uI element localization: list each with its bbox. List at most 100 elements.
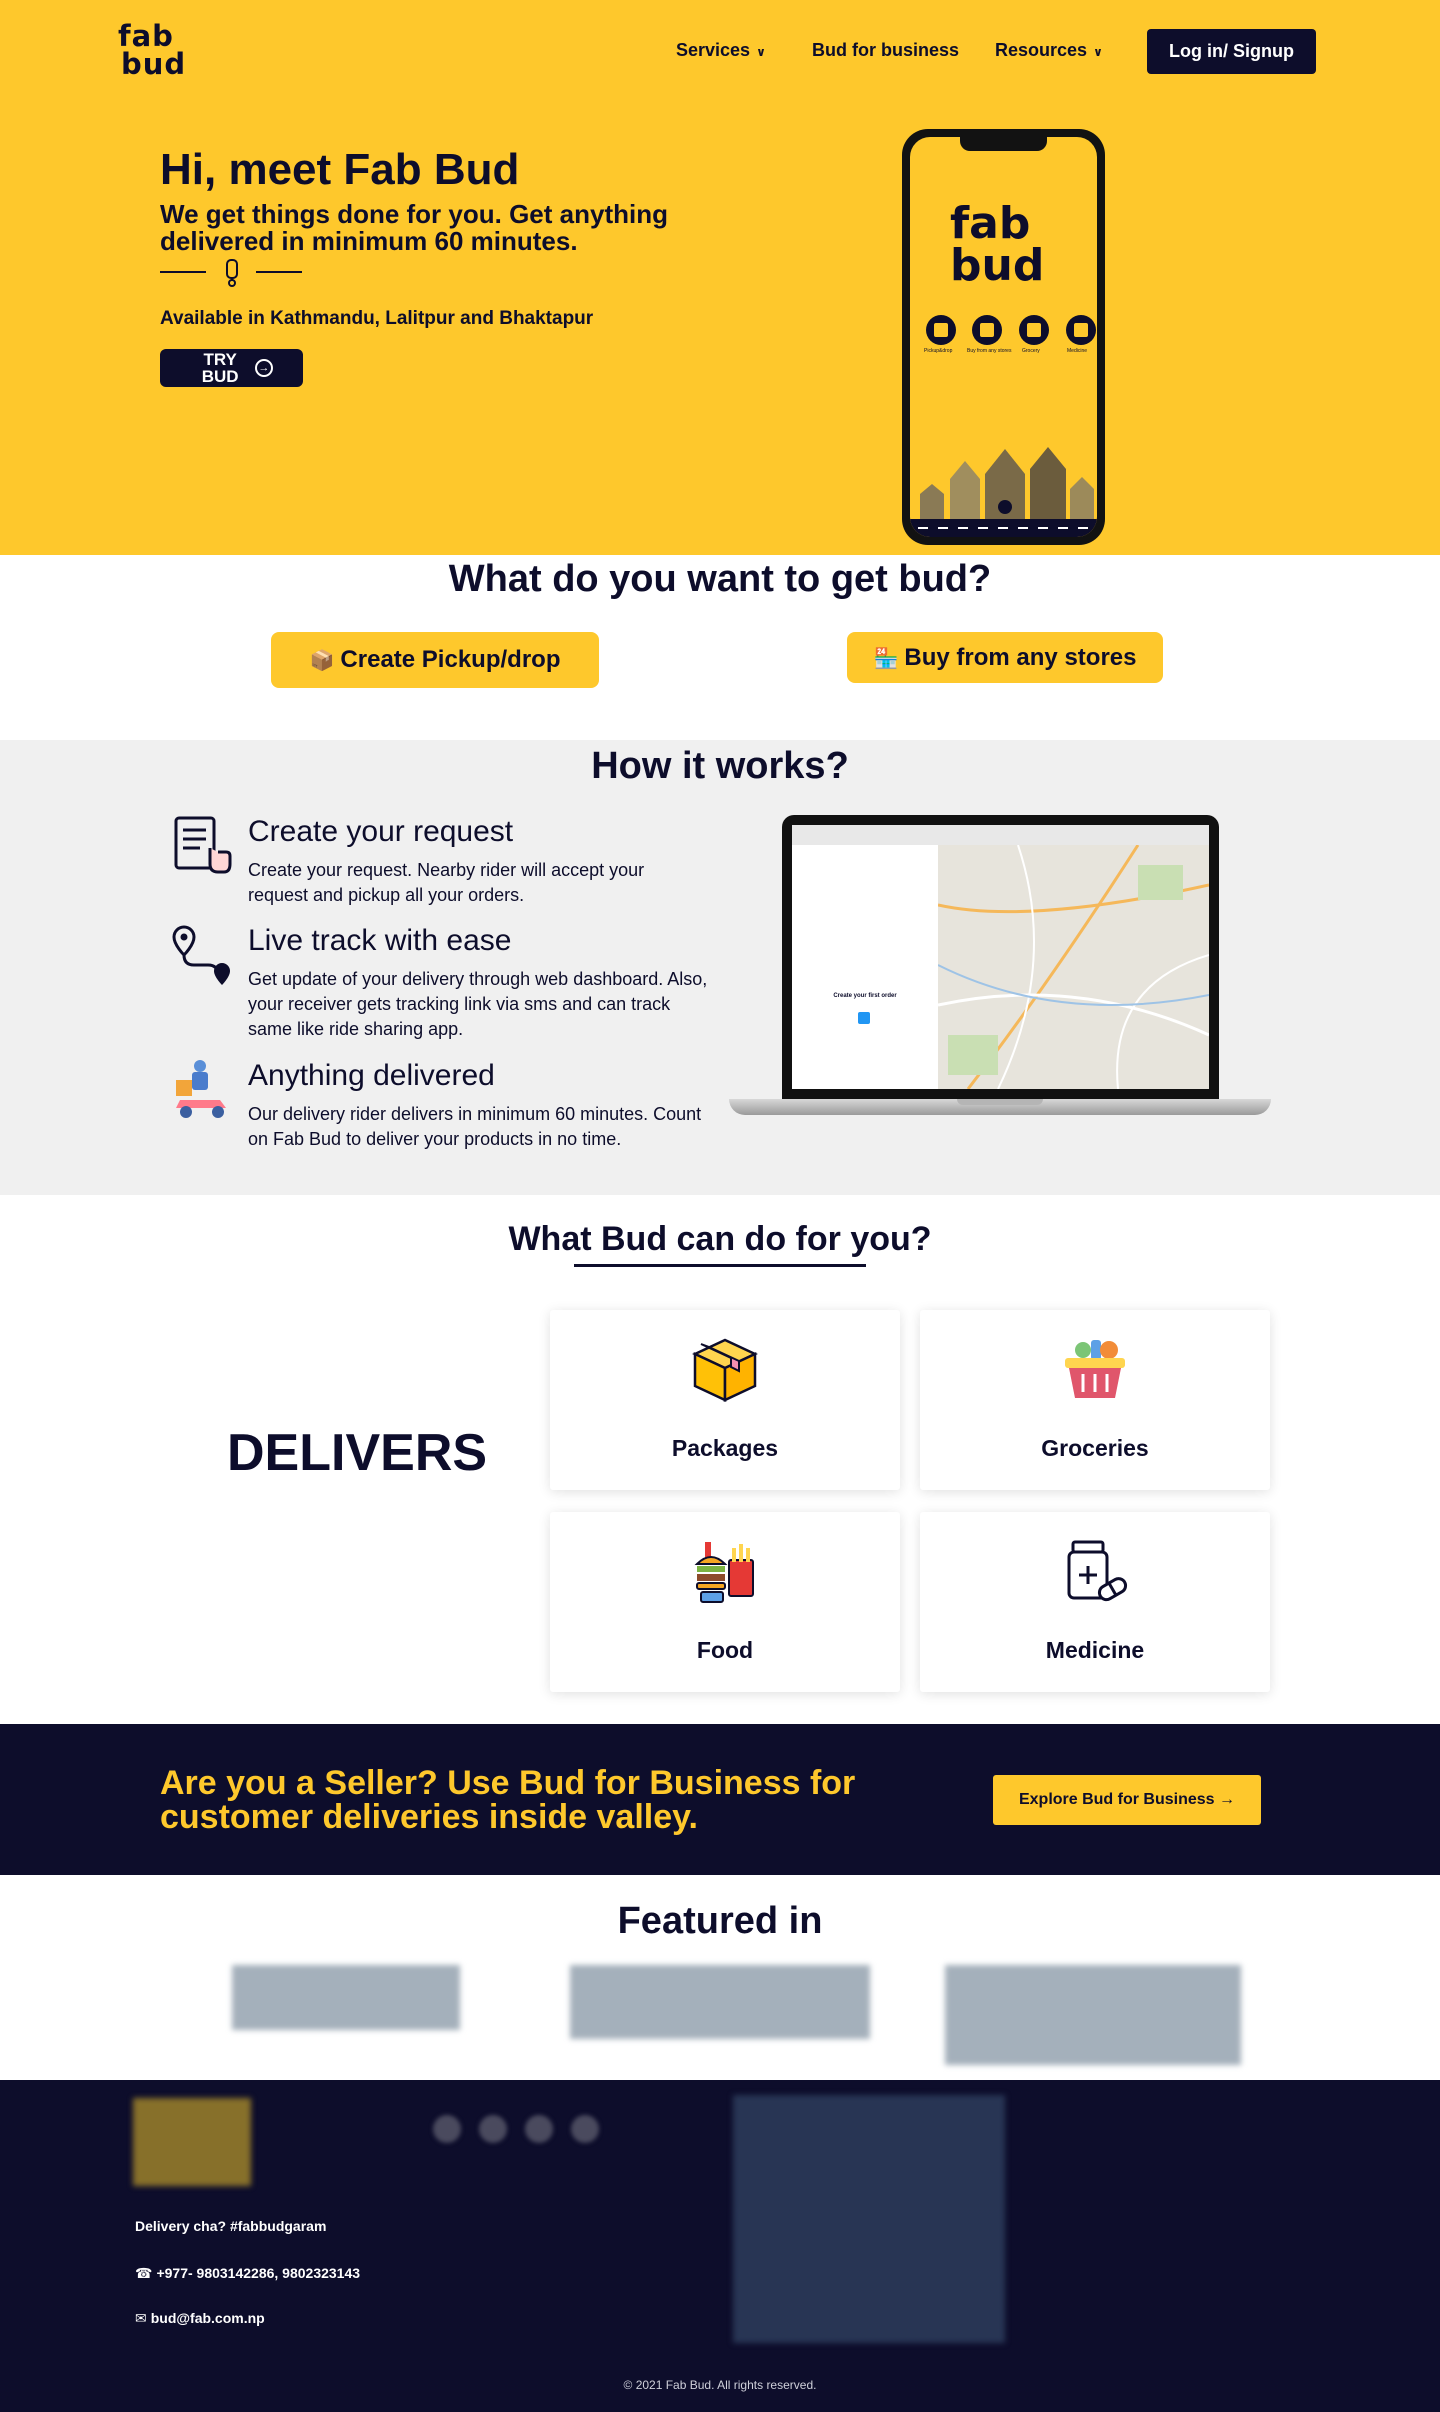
seller-headline: Are you a Seller? Use Bud for Business f… (160, 1764, 856, 1836)
what-bud-can-do-title: What Bud can do for you? (508, 1220, 932, 1258)
phone-icon-caption: Medicine (1067, 348, 1088, 354)
hero-section: fab bud Services ∨ Bud for business Resou… (0, 0, 1440, 555)
medicine-bottle-icon (1067, 1540, 1128, 1602)
pickup-drop-icon (926, 315, 956, 345)
phone-logo-bud: bud (950, 240, 1045, 291)
try-bud-label: TRY BUD (201, 350, 239, 386)
dashboard-sidebar: Create your first order (792, 845, 938, 1089)
dashboard-caption: Create your first order (833, 993, 897, 999)
card-packages[interactable]: Packages (550, 1310, 900, 1490)
arrow-right-circle-icon: → (254, 359, 273, 377)
delivery-rider-icon (176, 1060, 226, 1118)
site-footer: Delivery cha? #fabbudgaram ☎ +977- 980314… (0, 2080, 1440, 2412)
explore-bud-for-business-button[interactable]: Explore Bud for Business → (993, 1775, 1261, 1825)
phone-icon-caption: Grocery (1022, 348, 1040, 354)
phone-icon-caption: Pickup&drop (924, 348, 953, 354)
card-label: Medicine (1045, 1637, 1145, 1663)
card-groceries[interactable]: Groceries (920, 1310, 1270, 1490)
how-it-works-title: How it works? (591, 745, 849, 787)
buy-from-stores-label: Buy from any stores (904, 643, 1137, 671)
title-underline (574, 1264, 866, 1267)
card-label: Groceries (1041, 1435, 1149, 1461)
social-icon[interactable] (571, 2115, 599, 2143)
featured-in-section: Featured in (0, 1875, 1440, 2080)
press-logo[interactable] (232, 1965, 460, 2030)
phone-logo-fab: fab (950, 198, 1031, 249)
medicine-icon (1066, 315, 1096, 345)
footer-logo[interactable] (133, 2098, 251, 2186)
logo-text-bud: bud (121, 47, 187, 81)
card-label: Food (696, 1637, 754, 1663)
phone-app-logo: fab bud (950, 198, 1045, 291)
phone-icon: ☎ (135, 2265, 153, 2281)
create-pickup-drop-button[interactable]: 📦 Create Pickup/drop (271, 632, 599, 688)
footer-phone[interactable]: ☎ +977- 9803142286, 9802323143 (135, 2265, 360, 2282)
shop-icon: 🏪 (873, 647, 899, 670)
nav-bud-for-business[interactable]: Bud for business (812, 40, 959, 61)
card-label: Packages (671, 1435, 779, 1461)
step-title: Anything delivered (248, 1059, 495, 1092)
login-signup-button[interactable]: Log in/ Signup (1147, 29, 1316, 74)
press-logo[interactable] (570, 1965, 870, 2039)
dashboard-add-button (858, 1012, 870, 1024)
footer-map-embed[interactable] (733, 2095, 1005, 2343)
phone-mockup: fab bud Pickup&drop Buy from any stores … (902, 129, 1105, 545)
phone-service-icons: Pickup&drop Buy from any stores Grocery … (924, 315, 1096, 355)
buy-from-stores-button[interactable]: 🏪 Buy from any stores (847, 632, 1163, 683)
footer-email-address: bud@fab.com.np (150, 2310, 265, 2326)
grocery-icon (1019, 315, 1049, 345)
city-map (938, 845, 1209, 1089)
laptop-lid: Create your first order (782, 815, 1219, 1099)
chevron-down-icon: ∨ (756, 45, 766, 59)
browser-bar (792, 825, 1209, 845)
route-pin-icon (172, 925, 230, 985)
hero-subtitle: We get things done for you. Get anything… (160, 199, 668, 256)
request-form-icon (174, 816, 232, 874)
divider-line-right (256, 271, 302, 273)
try-bud-button[interactable]: TRY BUD → (160, 349, 303, 387)
seller-banner: Are you a Seller? Use Bud for Business f… (0, 1724, 1440, 1875)
logo-text-fab: fab (118, 19, 174, 53)
copyright-text: © 2021 Fab Bud. All rights reserved. (623, 2378, 817, 2392)
hero-title: Hi, meet Fab Bud (160, 145, 520, 194)
footer-phone-number: +977- 9803142286, 9802323143 (156, 2265, 361, 2281)
fast-food-icon (694, 1542, 754, 1603)
social-icon[interactable] (433, 2115, 461, 2143)
step-title: Live track with ease (248, 924, 512, 957)
nav-services[interactable]: Services ∨ (676, 40, 766, 61)
social-icon[interactable] (479, 2115, 507, 2143)
laptop-hinge (957, 1099, 1043, 1105)
grocery-basket-icon (1065, 1340, 1125, 1398)
nav-resources-label: Resources (995, 40, 1088, 60)
fabbud-logo[interactable]: fab bud (118, 22, 198, 82)
service-choice-section: What do you want to get bud? 📦 Create Pic… (0, 555, 1440, 740)
store-icon (972, 315, 1002, 345)
package-icon (692, 1338, 758, 1402)
availability-text: Available in Kathmandu, Lalitpur and Bha… (160, 308, 594, 329)
press-logo[interactable] (945, 1965, 1241, 2065)
footer-email[interactable]: ✉ bud@fab.com.np (135, 2310, 265, 2327)
footer-tagline: Delivery cha? #fabbudgaram (135, 2218, 327, 2234)
dashboard-screenshot: Create your first order (792, 825, 1209, 1089)
step-title: Create your request (248, 815, 514, 848)
hero-divider (160, 258, 304, 288)
create-pickup-drop-label: Create Pickup/drop (340, 646, 561, 673)
delivers-heading: DELIVERS (227, 1424, 488, 1482)
scooter-icon (220, 258, 244, 288)
card-food[interactable]: Food (550, 1512, 900, 1692)
nav-services-label: Services (676, 40, 751, 60)
service-choice-title: What do you want to get bud? (448, 558, 992, 600)
road-strip (910, 519, 1097, 537)
temples-illustration (920, 447, 1094, 519)
laptop-dashboard-mockup: Create your first order (729, 815, 1271, 1120)
card-medicine[interactable]: Medicine (920, 1512, 1270, 1692)
featured-in-title: Featured in (617, 1900, 823, 1942)
chevron-down-icon: ∨ (1093, 45, 1103, 59)
social-icon[interactable] (525, 2115, 553, 2143)
step-description: Our delivery rider delivers in minimum 6… (248, 1104, 702, 1149)
step-description: Get update of your delivery through web … (248, 969, 708, 1039)
package-icon: 📦 (309, 650, 335, 672)
phone-notch (960, 137, 1047, 151)
nav-resources[interactable]: Resources ∨ (995, 40, 1103, 61)
envelope-icon: ✉ (135, 2310, 147, 2326)
